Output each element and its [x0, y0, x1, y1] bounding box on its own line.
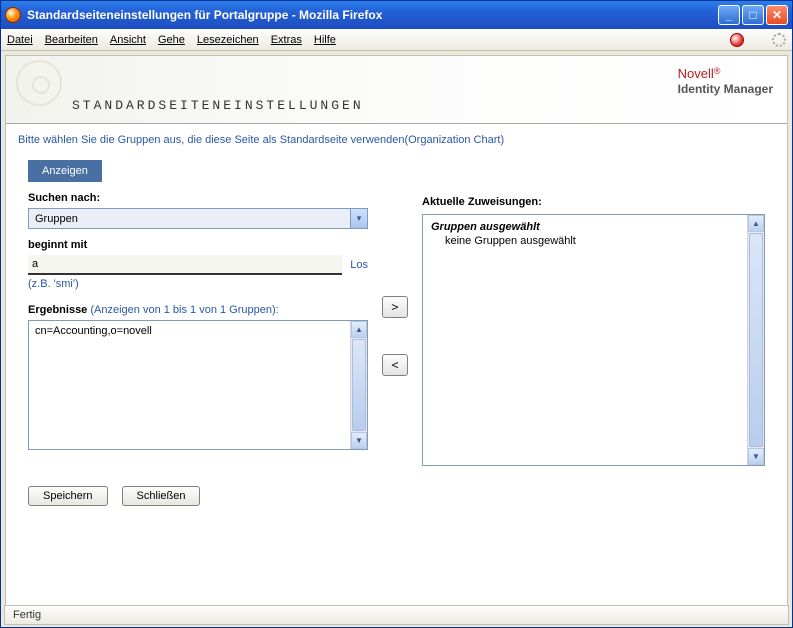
menu-datei[interactable]: Datei [7, 34, 33, 46]
menu-extras[interactable]: Extras [271, 34, 302, 46]
search-by-label: Suchen nach: [28, 192, 368, 204]
firefox-icon [5, 7, 21, 23]
begins-with-input[interactable] [28, 255, 342, 275]
page-title: STANDARDSEITENEINSTELLUNGEN [72, 98, 364, 113]
minimize-button[interactable]: _ [718, 5, 740, 25]
assignments-scrollbar[interactable]: ▲ ▼ [747, 215, 764, 465]
los-link[interactable]: Los [350, 259, 368, 271]
transfer-arrows: > < [378, 160, 412, 466]
menu-gehe[interactable]: Gehe [158, 34, 185, 46]
page-content: STANDARDSEITENEINSTELLUNGEN Novell® Iden… [5, 55, 788, 611]
scroll-up-icon[interactable]: ▲ [351, 321, 367, 338]
page-header: STANDARDSEITENEINSTELLUNGEN Novell® Iden… [6, 56, 787, 124]
assignments-label: Aktuelle Zuweisungen: [422, 196, 765, 208]
close-button[interactable]: Schließen [122, 486, 201, 506]
stop-icon[interactable] [730, 33, 744, 47]
results-range: (Anzeigen von 1 bis 1 von 1 Gruppen): [90, 304, 278, 316]
search-panel: Anzeigen Suchen nach: Gruppen ▾ beginnt … [28, 160, 368, 466]
close-window-button[interactable]: ✕ [766, 5, 788, 25]
results-listbox[interactable]: cn=Accounting,o=novell ▲ ▼ [28, 320, 368, 450]
begins-with-hint: (z.B. 'smi') [28, 278, 368, 290]
maximize-button[interactable]: □ [742, 5, 764, 25]
list-item[interactable]: cn=Accounting,o=novell [35, 325, 344, 337]
scroll-down-icon[interactable]: ▼ [351, 432, 367, 449]
results-label-text: Ergebnisse [28, 304, 87, 316]
gear-icon [16, 60, 62, 106]
assignments-listbox[interactable]: Gruppen ausgewählt keine Gruppen ausgewä… [422, 214, 765, 466]
menu-hilfe[interactable]: Hilfe [314, 34, 336, 46]
status-text: Fertig [13, 609, 41, 621]
begins-with-label: beginnt mit [28, 239, 368, 251]
brand-name: Novell [678, 66, 714, 81]
results-scrollbar[interactable]: ▲ ▼ [350, 321, 367, 449]
menu-bearbeiten[interactable]: Bearbeiten [45, 34, 98, 46]
scroll-thumb[interactable] [352, 339, 366, 431]
browser-menubar: Datei Bearbeiten Ansicht Gehe Lesezeiche… [1, 29, 792, 51]
scroll-thumb[interactable] [749, 233, 763, 447]
window-titlebar: Standardseiteneinstellungen für Portalgr… [1, 1, 792, 29]
menu-ansicht[interactable]: Ansicht [110, 34, 146, 46]
brand-sub: Identity Manager [678, 82, 773, 96]
throbber-icon [772, 33, 786, 47]
scroll-up-icon[interactable]: ▲ [748, 215, 764, 232]
search-by-select[interactable]: Gruppen ▾ [28, 208, 368, 229]
assignments-panel: Aktuelle Zuweisungen: Gruppen ausgewählt… [422, 160, 765, 466]
anzeigen-button[interactable]: Anzeigen [28, 160, 102, 182]
chevron-down-icon[interactable]: ▾ [350, 209, 367, 228]
remove-button[interactable]: < [382, 354, 408, 376]
save-button[interactable]: Speichern [28, 486, 108, 506]
window-title: Standardseiteneinstellungen für Portalgr… [27, 8, 718, 22]
results-label: Ergebnisse (Anzeigen von 1 bis 1 von 1 G… [28, 304, 368, 316]
search-by-value: Gruppen [29, 213, 350, 225]
assignments-header: Gruppen ausgewählt [431, 221, 739, 233]
scroll-down-icon[interactable]: ▼ [748, 448, 764, 465]
brand-reg: ® [714, 66, 721, 76]
assignments-empty: keine Gruppen ausgewählt [431, 235, 739, 247]
menu-lesezeichen[interactable]: Lesezeichen [197, 34, 259, 46]
dialog-buttons: Speichern Schließen [6, 478, 787, 506]
add-button[interactable]: > [382, 296, 408, 318]
statusbar: Fertig [4, 605, 789, 625]
instruction-text: Bitte wählen Sie die Gruppen aus, die di… [6, 124, 787, 152]
brand-block: Novell® Identity Manager [678, 66, 773, 96]
